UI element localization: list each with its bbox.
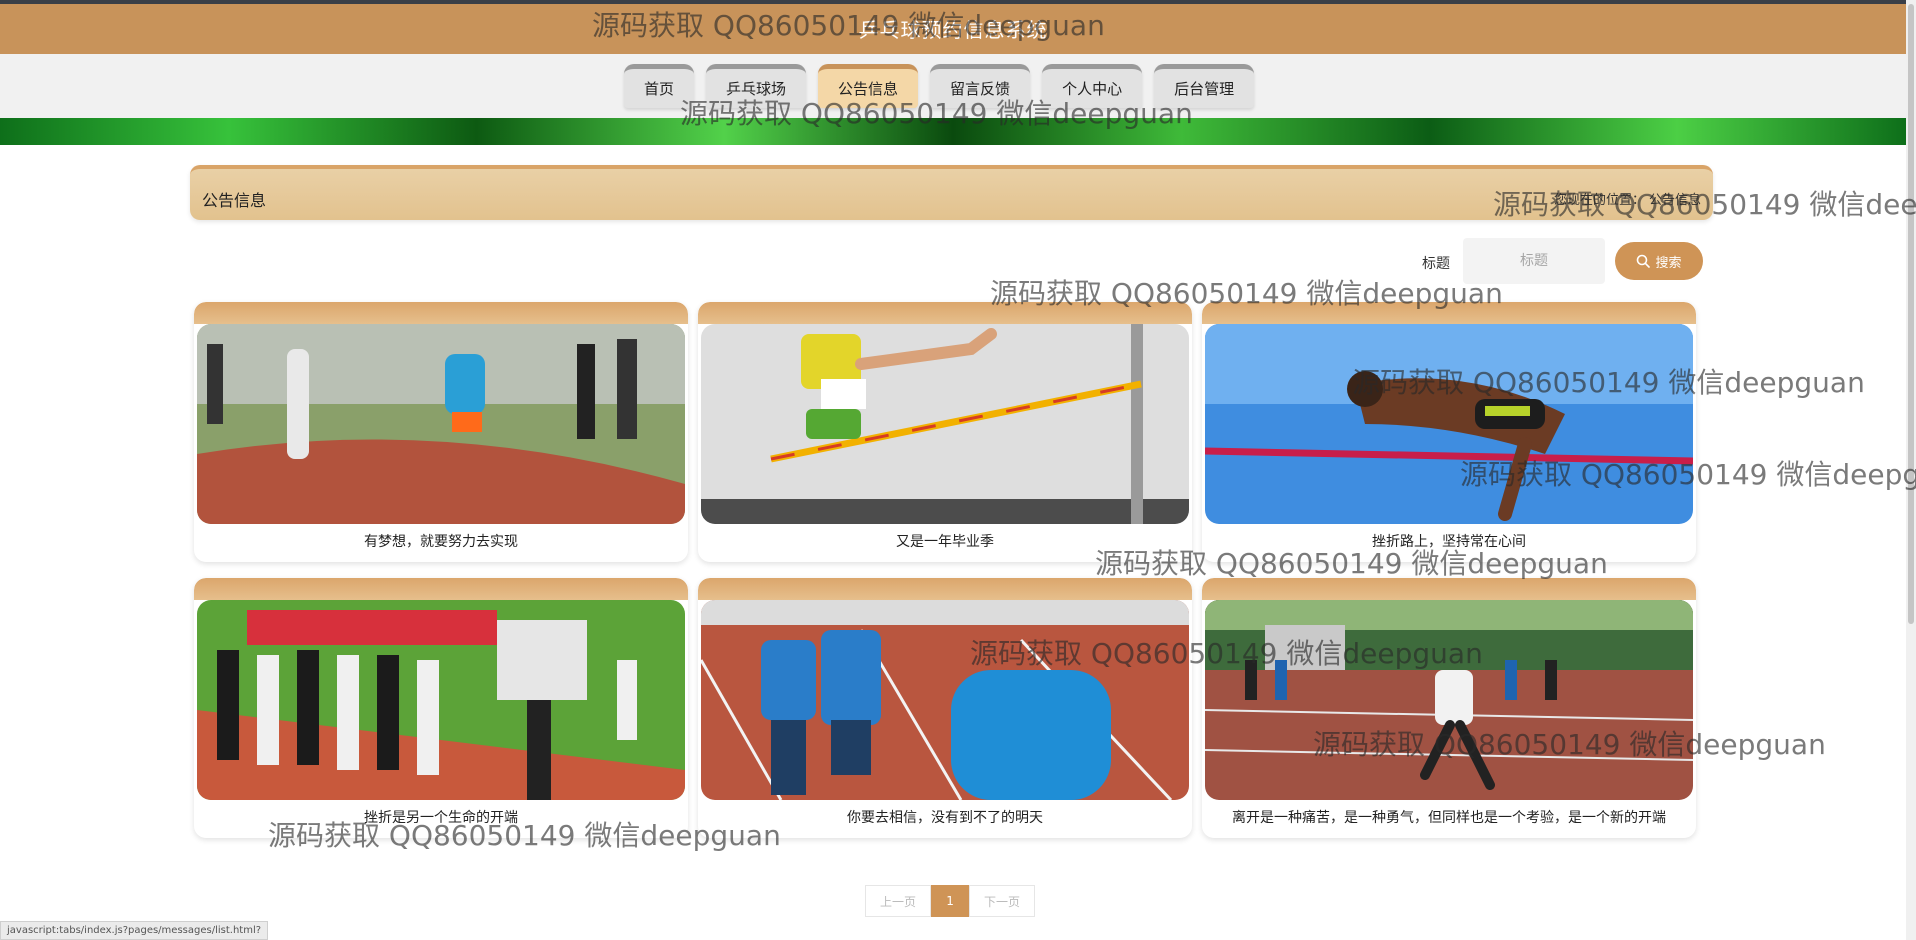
runners-photo: [701, 600, 1189, 800]
card-top-bar: [698, 578, 1192, 600]
card-title: 有梦想，就要努力去实现: [364, 534, 518, 550]
pagination: 上一页 1 下一页: [865, 885, 1036, 917]
search-button-label: 搜索: [1655, 255, 1682, 271]
announcement-card[interactable]: 挫折是另一个生命的开端: [194, 578, 688, 838]
announcement-card[interactable]: 离开是一种痛苦，是一种勇气，但同样也是一个考验，是一个新的开端: [1202, 578, 1696, 838]
high-jump-photo: [701, 324, 1189, 524]
nav-item-profile[interactable]: 个人中心: [1042, 64, 1143, 108]
card-top-bar: [194, 302, 688, 324]
card-top-bar: [1202, 302, 1696, 324]
scrollbar-thumb[interactable]: [1908, 4, 1914, 624]
nav-item-feedback[interactable]: 留言反馈: [930, 64, 1031, 108]
breadcrumb-prefix: 您现在的位置：: [1553, 193, 1645, 208]
card-top-bar: [1202, 578, 1696, 600]
breadcrumb: 您现在的位置： 公告信息: [1554, 189, 1701, 208]
search-button[interactable]: 搜索: [1615, 242, 1703, 280]
search-label: 标题: [1422, 256, 1450, 272]
breadcrumb-current[interactable]: 公告信息: [1649, 189, 1701, 208]
site-title: 乒乓球预约信息系统: [858, 18, 1048, 42]
card-top-bar: [194, 578, 688, 600]
next-page-button[interactable]: 下一页: [969, 885, 1036, 917]
prev-page-button[interactable]: 上一页: [865, 885, 932, 917]
card-title: 你要去相信，没有到不了的明天: [847, 810, 1043, 826]
announcement-card[interactable]: 又是一年毕业季: [698, 302, 1192, 562]
navigation-bar: 首页 乒乓球场 公告信息 留言反馈 个人中心 后台管理: [0, 54, 1906, 118]
card-title: 又是一年毕业季: [896, 534, 994, 550]
green-banner-image: [0, 118, 1906, 145]
announcement-card[interactable]: 你要去相信，没有到不了的明天: [698, 578, 1192, 838]
top-header-bar: 乒乓球预约信息系统: [0, 0, 1906, 54]
card-title: 挫折是另一个生命的开端: [364, 810, 518, 826]
high-jump-sky-photo: [1205, 324, 1693, 524]
nav-item-announcements[interactable]: 公告信息: [818, 64, 919, 108]
browser-status-bar: javascript:tabs/index.js?pages/messages/…: [0, 921, 269, 940]
nav-item-admin[interactable]: 后台管理: [1154, 64, 1255, 108]
sprint-photo: [1205, 600, 1693, 800]
nav-item-home[interactable]: 首页: [624, 64, 695, 108]
section-title: 公告信息: [202, 191, 267, 210]
card-title: 挫折路上，坚持常在心间: [1372, 534, 1526, 550]
search-icon: [1637, 254, 1651, 268]
relay-race-photo: [197, 324, 685, 524]
search-input[interactable]: [1463, 238, 1605, 284]
card-top-bar: [698, 302, 1192, 324]
announcement-card[interactable]: 挫折路上，坚持常在心间: [1202, 302, 1696, 562]
parade-photo: [197, 600, 685, 800]
announcement-card[interactable]: 有梦想，就要努力去实现: [194, 302, 688, 562]
section-header: 公告信息 您现在的位置： 公告信息: [190, 165, 1713, 220]
nav-item-courts[interactable]: 乒乓球场: [706, 64, 807, 108]
main-nav: 首页 乒乓球场 公告信息 留言反馈 个人中心 后台管理: [624, 64, 1255, 108]
current-page-button[interactable]: 1: [931, 885, 970, 917]
card-title: 离开是一种痛苦，是一种勇气，但同样也是一个考验，是一个新的开端: [1232, 810, 1666, 826]
